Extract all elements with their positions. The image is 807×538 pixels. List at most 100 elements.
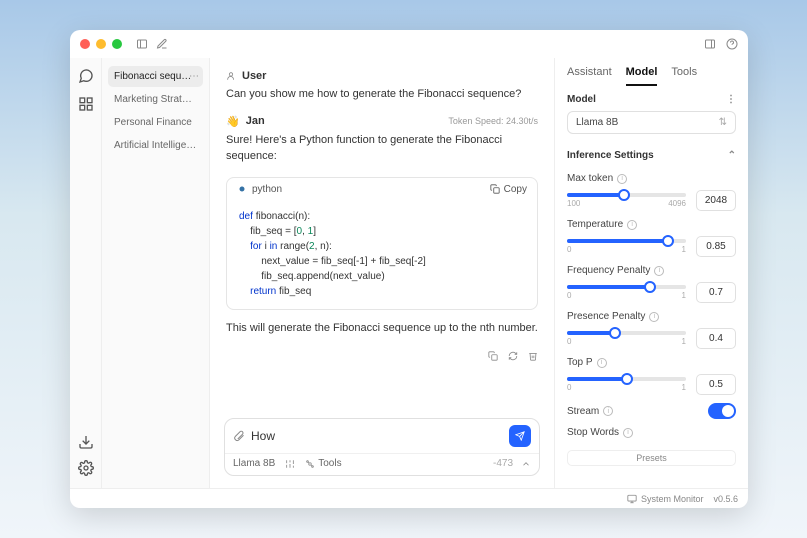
info-icon[interactable]: i xyxy=(603,406,613,416)
sliders-icon[interactable] xyxy=(285,459,295,469)
stopwords-label: Stop Words xyxy=(567,427,619,438)
slider-0[interactable] xyxy=(567,193,686,197)
copy-code-button[interactable]: Copy xyxy=(490,184,527,195)
bot-avatar-icon: 👋 xyxy=(226,115,240,128)
regenerate-icon[interactable] xyxy=(508,348,518,366)
chevron-up-icon[interactable]: ⌃ xyxy=(728,150,736,161)
bot-label: Jan xyxy=(246,115,265,127)
slider-max: 4096 xyxy=(668,199,686,208)
main-area: User Can you show me how to generate the… xyxy=(210,58,554,488)
message-input[interactable] xyxy=(251,429,503,443)
tools-icon xyxy=(305,459,315,469)
info-icon[interactable]: i xyxy=(623,428,633,438)
more-icon[interactable]: ⋮ xyxy=(726,94,736,105)
code-lang-icon xyxy=(237,184,247,194)
model-select[interactable]: Llama 8B ⇅ xyxy=(567,111,736,134)
inference-label: Inference Settings xyxy=(567,150,654,161)
maximize-window-icon[interactable] xyxy=(112,39,122,49)
system-monitor-button[interactable]: System Monitor xyxy=(627,494,704,504)
slider-2[interactable] xyxy=(567,285,686,289)
tab-assistant[interactable]: Assistant xyxy=(567,66,612,86)
setting-value-input[interactable]: 0.4 xyxy=(696,328,736,349)
version-label: v0.5.6 xyxy=(713,494,738,504)
slider-4[interactable] xyxy=(567,377,686,381)
app-window: Fibonacci sequ… ⋯ Marketing Strategy Per… xyxy=(70,30,748,508)
composer-model[interactable]: Llama 8B xyxy=(233,458,275,469)
left-rail xyxy=(70,58,102,488)
user-message: Can you show me how to generate the Fibo… xyxy=(226,86,538,103)
slider-max: 1 xyxy=(682,337,686,346)
token-count: -473 xyxy=(493,458,513,469)
send-icon xyxy=(515,431,525,441)
slider-min: 100 xyxy=(567,199,580,208)
slider-min: 0 xyxy=(567,383,571,392)
bot-outro: This will generate the Fibonacci sequenc… xyxy=(226,320,538,337)
info-icon[interactable]: i xyxy=(627,220,637,230)
grid-icon[interactable] xyxy=(78,96,94,112)
titlebar xyxy=(70,30,748,58)
presets-button[interactable]: Presets xyxy=(567,450,736,466)
tools-label: Tools xyxy=(318,458,341,469)
footer: System Monitor v0.5.6 xyxy=(70,488,748,508)
user-label: User xyxy=(242,70,266,82)
slider-max: 1 xyxy=(682,291,686,300)
tab-tools[interactable]: Tools xyxy=(671,66,697,86)
chat-icon[interactable] xyxy=(78,68,94,84)
attach-icon[interactable] xyxy=(233,430,245,442)
code-block: python Copy def fibonacci(n): fib_seq = … xyxy=(226,177,538,310)
delete-message-icon[interactable] xyxy=(528,348,538,366)
help-icon[interactable] xyxy=(726,38,738,50)
setting-value-input[interactable]: 2048 xyxy=(696,190,736,211)
minimize-window-icon[interactable] xyxy=(96,39,106,49)
slider-min: 0 xyxy=(567,337,571,346)
thread-item-ai[interactable]: Artificial Intelligen… xyxy=(108,135,203,156)
copy-message-icon[interactable] xyxy=(488,348,498,366)
copy-label: Copy xyxy=(504,184,527,195)
monitor-icon xyxy=(627,494,637,504)
chevron-up-icon[interactable] xyxy=(521,459,531,469)
settings-icon[interactable] xyxy=(78,460,94,476)
thread-sidebar: Fibonacci sequ… ⋯ Marketing Strategy Per… xyxy=(102,58,210,488)
tools-button[interactable]: Tools xyxy=(305,458,341,469)
composer: Llama 8B Tools -473 xyxy=(224,418,540,476)
right-panel: Assistant Model Tools Model⋮ Llama 8B ⇅ … xyxy=(554,58,748,488)
copy-icon xyxy=(490,184,500,194)
bot-intro: Sure! Here's a Python function to genera… xyxy=(226,132,538,165)
thread-menu-icon[interactable]: ⋯ xyxy=(189,71,199,82)
slider-1[interactable] xyxy=(567,239,686,243)
panel-right-icon[interactable] xyxy=(704,38,716,50)
close-window-icon[interactable] xyxy=(80,39,90,49)
download-icon[interactable] xyxy=(78,434,94,450)
thread-item-fibonacci[interactable]: Fibonacci sequ… ⋯ xyxy=(108,66,203,87)
chevron-updown-icon: ⇅ xyxy=(719,117,727,128)
stream-toggle[interactable] xyxy=(708,403,736,419)
model-section-label: Model xyxy=(567,94,596,105)
info-icon[interactable]: i xyxy=(617,174,627,184)
user-avatar-icon xyxy=(226,71,236,81)
slider-3[interactable] xyxy=(567,331,686,335)
setting-label: Temperature xyxy=(567,219,623,230)
traffic-lights xyxy=(80,39,122,49)
info-icon[interactable]: i xyxy=(597,358,607,368)
chat-scroll[interactable]: User Can you show me how to generate the… xyxy=(210,58,554,418)
setting-value-input[interactable]: 0.85 xyxy=(696,236,736,257)
info-icon[interactable]: i xyxy=(654,266,664,276)
slider-max: 1 xyxy=(682,383,686,392)
setting-value-input[interactable]: 0.5 xyxy=(696,374,736,395)
panel-tabs: Assistant Model Tools xyxy=(555,58,748,86)
token-speed: Token Speed: 24.30t/s xyxy=(448,116,538,126)
send-button[interactable] xyxy=(509,425,531,447)
info-icon[interactable]: i xyxy=(649,312,659,322)
tab-model[interactable]: Model xyxy=(626,66,658,86)
slider-min: 0 xyxy=(567,291,571,300)
thread-item-finance[interactable]: Personal Finance xyxy=(108,112,203,133)
new-chat-icon[interactable] xyxy=(156,38,168,50)
setting-value-input[interactable]: 0.7 xyxy=(696,282,736,303)
setting-label: Presence Penalty xyxy=(567,311,645,322)
panel-toggle-icon[interactable] xyxy=(136,38,148,50)
code-lang-label: python xyxy=(252,184,282,195)
code-content: def fibonacci(n): fib_seq = [0, 1] for i… xyxy=(227,201,537,309)
thread-item-marketing[interactable]: Marketing Strategy xyxy=(108,89,203,110)
slider-min: 0 xyxy=(567,245,571,254)
setting-label: Frequency Penalty xyxy=(567,265,650,276)
